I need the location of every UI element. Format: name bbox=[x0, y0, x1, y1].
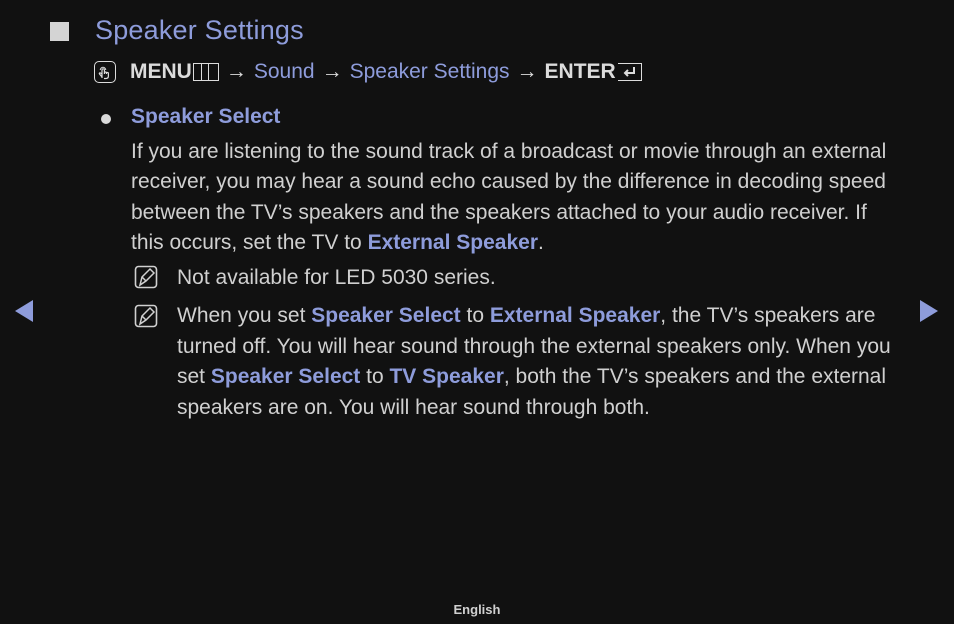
tv-speaker-highlight: TV Speaker bbox=[389, 365, 504, 388]
om-hand-icon[interactable] bbox=[94, 61, 116, 83]
note-text: to bbox=[460, 304, 490, 327]
arrow-icon: → bbox=[516, 60, 538, 83]
note-item: When you set Speaker Select to External … bbox=[177, 301, 897, 423]
triangle-left-icon[interactable] bbox=[15, 300, 33, 322]
section-title: Speaker Select bbox=[131, 105, 281, 128]
external-speaker-highlight: External Speaker bbox=[489, 304, 661, 327]
language-label: English bbox=[453, 602, 501, 617]
speaker-select-highlight: Speaker Select bbox=[210, 365, 361, 388]
section-description: If you are listening to the sound track … bbox=[131, 137, 891, 258]
note-item: Not available for LED 5030 series. bbox=[177, 266, 496, 289]
section-square-icon bbox=[50, 22, 69, 41]
note-icon bbox=[134, 304, 158, 328]
breadcrumb-speaker-settings[interactable]: Speaker Settings bbox=[350, 60, 510, 84]
enter-label: ENTER bbox=[544, 60, 616, 83]
arrow-icon: → bbox=[225, 60, 247, 83]
bullet-icon bbox=[101, 114, 111, 124]
breadcrumb-sound[interactable]: Sound bbox=[254, 60, 315, 84]
speaker-select-highlight: Speaker Select bbox=[311, 304, 461, 327]
note-text: When you set bbox=[177, 304, 312, 327]
menu-label: MENU bbox=[130, 60, 192, 83]
triangle-right-icon[interactable] bbox=[920, 300, 938, 322]
note-text: to bbox=[360, 365, 390, 388]
external-speaker-highlight: External Speaker bbox=[367, 230, 538, 254]
menu-icon bbox=[192, 63, 219, 81]
note-icon bbox=[134, 265, 158, 289]
arrow-icon: → bbox=[321, 60, 343, 83]
menu-path: MENU → Sound → Speaker Settings → ENTER bbox=[94, 60, 642, 84]
page-title: Speaker Settings bbox=[95, 15, 304, 45]
enter-icon bbox=[617, 63, 642, 81]
description-end: . bbox=[538, 230, 544, 254]
